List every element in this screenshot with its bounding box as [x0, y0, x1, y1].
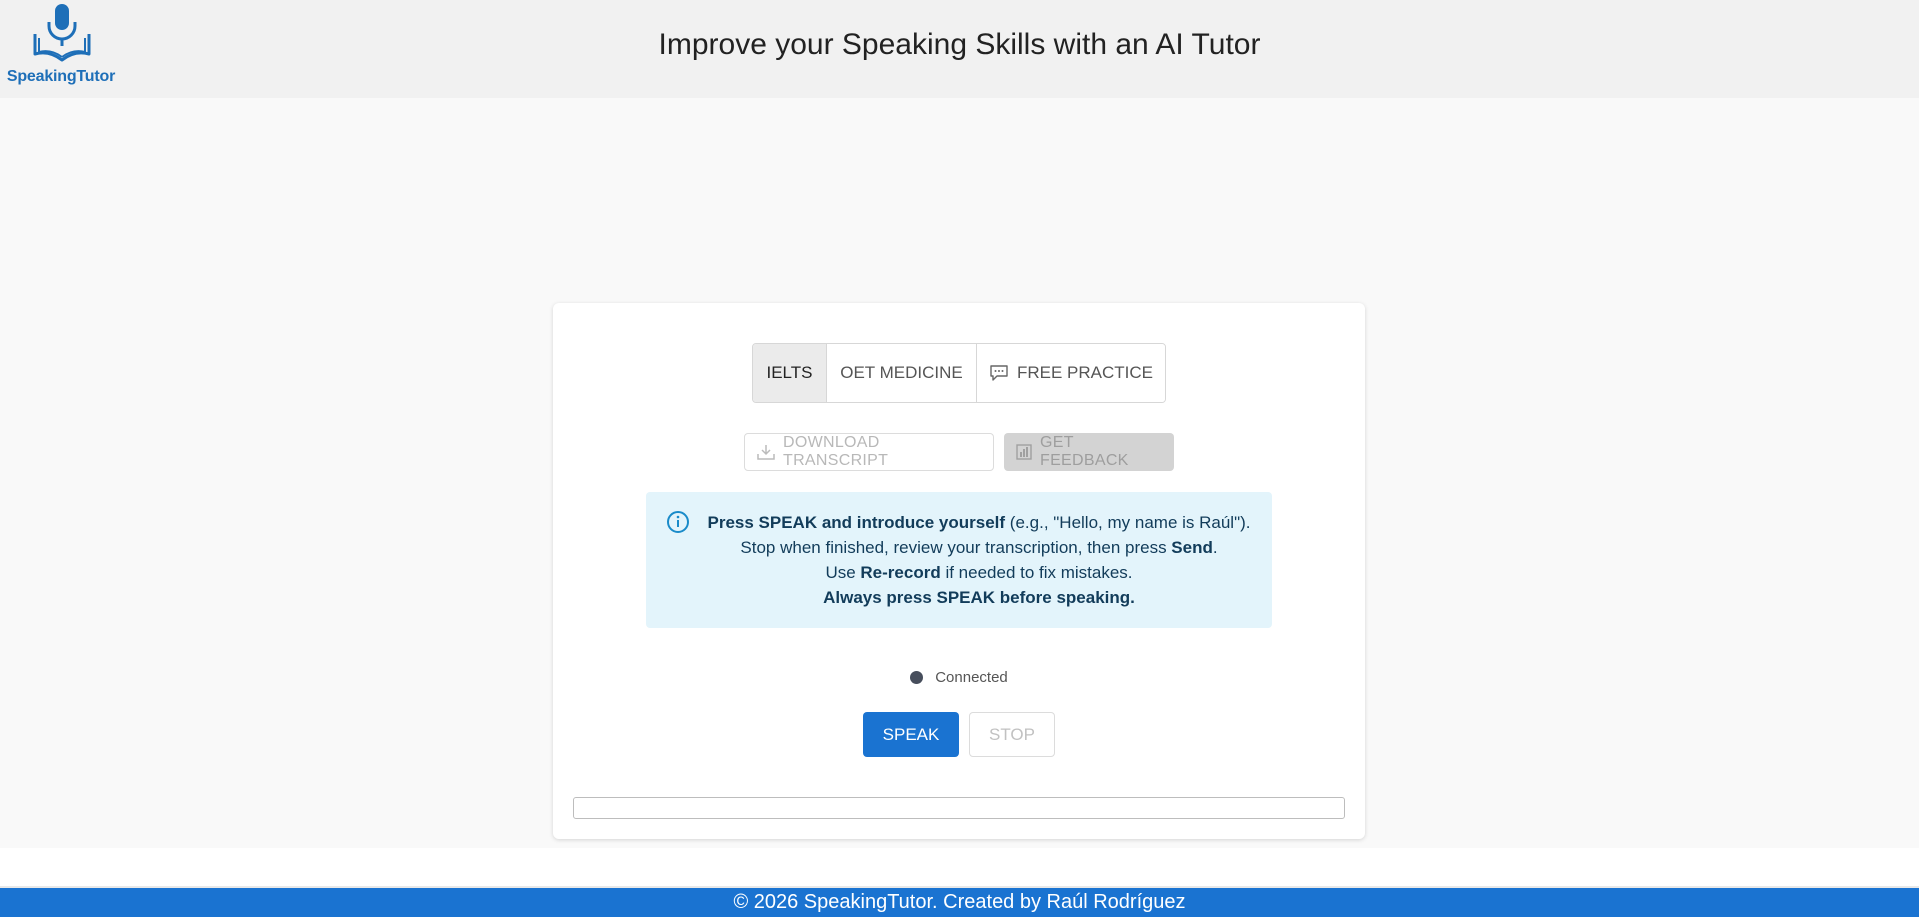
instruction-line-1: Press SPEAK and introduce yourself (e.g.… — [686, 510, 1272, 535]
transcript-actions: DOWNLOAD TRANSCRIPT GET FEEDBACK — [744, 433, 1174, 471]
page-title: Improve your Speaking Skills with an AI … — [658, 28, 1261, 61]
status-dot — [910, 671, 924, 684]
download-transcript-button[interactable]: DOWNLOAD TRANSCRIPT — [744, 433, 994, 471]
speak-button[interactable]: SPEAK — [863, 712, 959, 757]
mode-ielts-button[interactable]: IELTS — [753, 344, 827, 402]
tutor-card: IELTS OET MEDICINE FREE PRACTICE DOWNLOA… — [553, 303, 1365, 839]
app-header: SpeakingTutor Improve your Speaking Skil… — [0, 0, 1919, 98]
mode-label: FREE PRACTICE — [1016, 363, 1154, 382]
instruction-line-2: Stop when finished, review your transcri… — [686, 535, 1272, 560]
connection-status: Connected — [553, 669, 1365, 686]
status-text: Connected — [935, 669, 1008, 686]
brand-name: SpeakingTutor — [6, 68, 116, 85]
instruction-text: (e.g., "Hello, my name is Raúl"). — [1005, 513, 1251, 532]
mode-label: IELTS — [766, 363, 813, 382]
bar-chart-icon — [1016, 444, 1032, 460]
instructions-alert: Press SPEAK and introduce yourself (e.g.… — [646, 492, 1272, 628]
main-content: IELTS OET MEDICINE FREE PRACTICE DOWNLOA… — [0, 98, 1919, 848]
download-icon — [757, 444, 775, 460]
instruction-text: . — [1212, 538, 1218, 557]
mode-toggle-group: IELTS OET MEDICINE FREE PRACTICE — [752, 343, 1166, 403]
instruction-emphasis: Re-record — [860, 563, 941, 582]
footer-spacer — [0, 848, 1919, 888]
chat-bubble-icon — [989, 364, 1009, 382]
transcript-box[interactable] — [573, 797, 1345, 819]
recording-controls: SPEAK STOP — [553, 712, 1365, 757]
download-transcript-label: DOWNLOAD TRANSCRIPT — [783, 434, 889, 469]
get-feedback-button[interactable]: GET FEEDBACK — [1004, 433, 1174, 471]
instructions-text: Press SPEAK and introduce yourself (e.g.… — [686, 510, 1272, 610]
instruction-text: if needed to fix mistakes. — [940, 563, 1133, 582]
stop-button[interactable]: STOP — [969, 712, 1055, 757]
mode-oet-medicine-button[interactable]: OET MEDICINE — [827, 344, 977, 402]
instruction-text: Stop when finished, review your transcri… — [740, 538, 1172, 557]
page-footer: © 2026 SpeakingTutor. Created by Raúl Ro… — [0, 888, 1919, 917]
instruction-line-4: Always press SPEAK before speaking. — [686, 585, 1272, 610]
instruction-line-3: Use Re-record if needed to fix mistakes. — [686, 560, 1272, 585]
mode-label: OET MEDICINE — [840, 363, 963, 382]
instruction-text: Use — [825, 563, 861, 582]
instruction-emphasis: Send — [1171, 538, 1213, 557]
mode-free-practice-button[interactable]: FREE PRACTICE — [977, 344, 1165, 402]
get-feedback-label: GET FEEDBACK — [1040, 434, 1129, 469]
instruction-emphasis: Always press SPEAK before speaking. — [823, 588, 1135, 607]
instruction-emphasis: Press SPEAK and introduce yourself — [707, 513, 1006, 532]
